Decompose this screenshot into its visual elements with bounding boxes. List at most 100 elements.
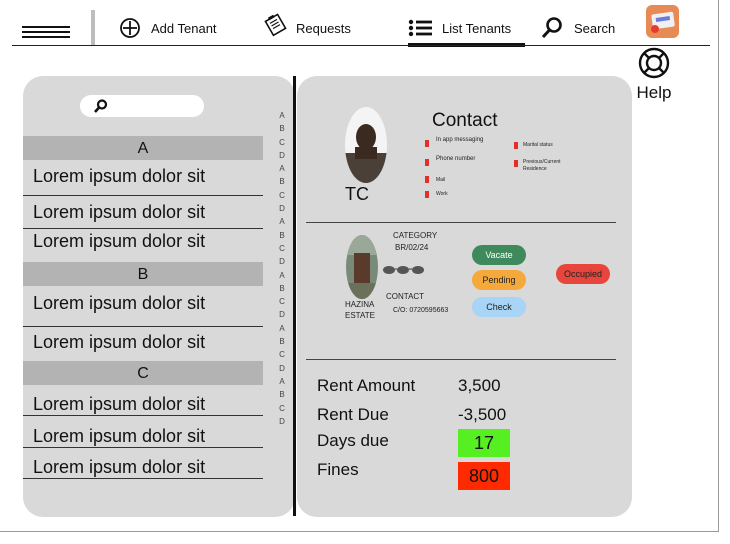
alpha-index-letter[interactable]: A: [277, 322, 287, 335]
list-item[interactable]: Lorem ipsum dolor sit: [23, 160, 263, 192]
nav-requests-label: Requests: [296, 20, 351, 36]
list-item-label: Lorem ipsum dolor sit: [33, 394, 206, 414]
rent-amount-value: 3,500: [458, 376, 501, 395]
list-icon: [408, 19, 432, 37]
list-item-label: Lorem ipsum dolor sit: [33, 202, 206, 222]
alpha-index-letter[interactable]: C: [277, 348, 287, 361]
contact-item-mail[interactable]: Mail: [436, 177, 445, 184]
nav-add-tenant[interactable]: Add Tenant: [119, 14, 217, 42]
contact-bullet: [514, 160, 518, 167]
contact-bullet: [514, 142, 518, 149]
alpha-index-letter[interactable]: C: [277, 242, 287, 255]
tenant-search-input[interactable]: [80, 95, 204, 117]
alpha-index-letter[interactable]: D: [277, 415, 287, 428]
nav-separator: [91, 10, 95, 46]
frame-border-right: [718, 0, 719, 532]
alphabet-index[interactable]: ABCDABCDABCDABCDABCDABCD: [277, 109, 287, 428]
nav-underline: [12, 45, 710, 46]
list-item-label: Lorem ipsum dolor sit: [33, 426, 206, 446]
property-photo: [346, 235, 378, 299]
rent-due-value: -3,500: [458, 405, 507, 424]
property-contact-value: C/O: 0720595663: [393, 307, 449, 314]
alpha-index-letter[interactable]: D: [277, 362, 287, 375]
alpha-index-letter[interactable]: B: [277, 122, 287, 135]
list-item[interactable]: Lorem ipsum dolor sit: [23, 196, 263, 228]
contact-item-phone[interactable]: Phone number: [436, 156, 475, 163]
alpha-index-letter[interactable]: A: [277, 269, 287, 282]
list-item-label: Lorem ipsum dolor sit: [33, 293, 206, 313]
alpha-index-letter[interactable]: C: [277, 189, 287, 202]
nav-add-tenant-label: Add Tenant: [151, 20, 217, 36]
rent-amount-label: Rent Amount: [317, 376, 416, 395]
nav-list-tenants-label: List Tenants: [442, 20, 512, 36]
tenant-photo: [345, 107, 387, 183]
vacate-button[interactable]: Vacate: [472, 245, 526, 265]
contact-item-work[interactable]: Work: [436, 191, 448, 198]
occupied-status-badge: Occupied: [556, 264, 610, 284]
contact-item-in-app[interactable]: In app messaging: [436, 137, 483, 144]
alpha-index-letter[interactable]: D: [277, 202, 287, 215]
list-item-label: Lorem ipsum dolor sit: [33, 231, 206, 251]
alpha-index-letter[interactable]: A: [277, 109, 287, 122]
section-separator: [306, 222, 616, 223]
alpha-index-letter[interactable]: D: [277, 149, 287, 162]
alpha-index-letter[interactable]: A: [277, 162, 287, 175]
nav-list-tenants[interactable]: List Tenants: [408, 14, 511, 42]
alpha-index-letter[interactable]: B: [277, 175, 287, 188]
fines-value: 800: [458, 462, 510, 490]
alpha-index-letter[interactable]: C: [277, 402, 287, 415]
alpha-index-letter[interactable]: D: [277, 255, 287, 268]
contact-bullet: [425, 140, 429, 147]
hamburger-menu-icon[interactable]: [22, 26, 70, 40]
rent-due-label: Rent Due: [317, 405, 389, 424]
list-item-label: Lorem ipsum dolor sit: [33, 332, 206, 352]
section-header-c: C: [23, 361, 263, 385]
alpha-index-letter[interactable]: B: [277, 229, 287, 242]
contact-item-residence[interactable]: Previous/Current Residence: [523, 159, 583, 173]
alpha-index-letter[interactable]: A: [277, 375, 287, 388]
list-divider: [23, 447, 263, 448]
check-button[interactable]: Check: [472, 297, 526, 317]
glasses-icon: [382, 262, 426, 280]
days-due-value: 17: [458, 429, 510, 457]
contact-bullet: [425, 159, 429, 166]
list-item[interactable]: Lorem ipsum dolor sit: [23, 225, 263, 257]
category-label: CATEGORY: [393, 231, 438, 240]
panel-divider: [293, 76, 296, 516]
add-circle-icon: [119, 17, 141, 39]
pending-button[interactable]: Pending: [472, 270, 526, 290]
list-item[interactable]: Lorem ipsum dolor sit: [23, 287, 263, 319]
nav-search-label: Search: [574, 20, 616, 36]
user-avatar[interactable]: [646, 5, 679, 38]
lifebuoy-icon: [637, 47, 671, 84]
category-value: BR/02/24: [395, 243, 429, 252]
alpha-index-letter[interactable]: C: [277, 295, 287, 308]
frame-border-bottom: [0, 531, 719, 532]
alpha-index-letter[interactable]: A: [277, 215, 287, 228]
alpha-index-letter[interactable]: C: [277, 136, 287, 149]
list-divider: [23, 478, 263, 479]
list-item-label: Lorem ipsum dolor sit: [33, 166, 206, 186]
list-item[interactable]: Lorem ipsum dolor sit: [23, 326, 263, 358]
list-item-label: Lorem ipsum dolor sit: [33, 457, 206, 477]
alpha-index-letter[interactable]: B: [277, 335, 287, 348]
list-divider: [23, 415, 263, 416]
help-button[interactable]: Help: [634, 46, 674, 103]
property-name: HAZINA ESTATE: [345, 300, 375, 320]
alpha-index-letter[interactable]: B: [277, 388, 287, 401]
tenant-initials: TC: [345, 184, 369, 204]
property-contact-label: CONTACT: [386, 292, 425, 301]
nav-search[interactable]: Search: [540, 14, 615, 42]
search-icon: [93, 98, 109, 119]
clipboard-pencil-icon: [262, 11, 288, 37]
days-due-label: Days due: [317, 431, 389, 450]
nav-requests[interactable]: Requests: [262, 10, 351, 38]
search-icon: [540, 16, 564, 40]
contact-bullet: [425, 176, 429, 183]
section-header-a: A: [23, 136, 263, 160]
alpha-index-letter[interactable]: B: [277, 282, 287, 295]
alpha-index-letter[interactable]: D: [277, 308, 287, 321]
section-header-b: B: [23, 262, 263, 286]
contact-item-marital[interactable]: Marital status: [523, 142, 553, 149]
fines-label: Fines: [317, 460, 359, 479]
